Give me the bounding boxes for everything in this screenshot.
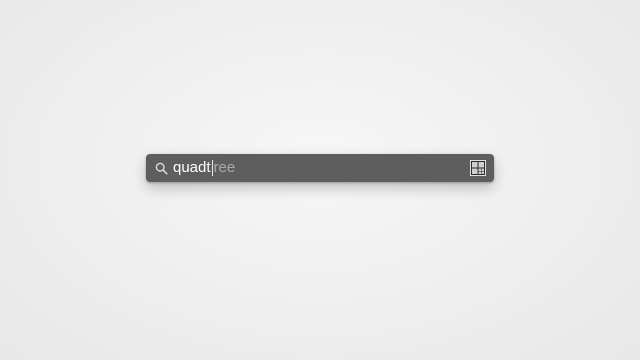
search-autocomplete-suggestion: ree bbox=[213, 159, 236, 176]
text-caret bbox=[211, 160, 213, 176]
grid-app-icon[interactable] bbox=[470, 160, 486, 176]
spotlight-search-bar[interactable]: quadt ree bbox=[146, 154, 494, 182]
search-input[interactable]: quadt ree bbox=[173, 154, 470, 182]
search-icon bbox=[154, 161, 168, 175]
search-query-text: quadt bbox=[173, 159, 211, 176]
